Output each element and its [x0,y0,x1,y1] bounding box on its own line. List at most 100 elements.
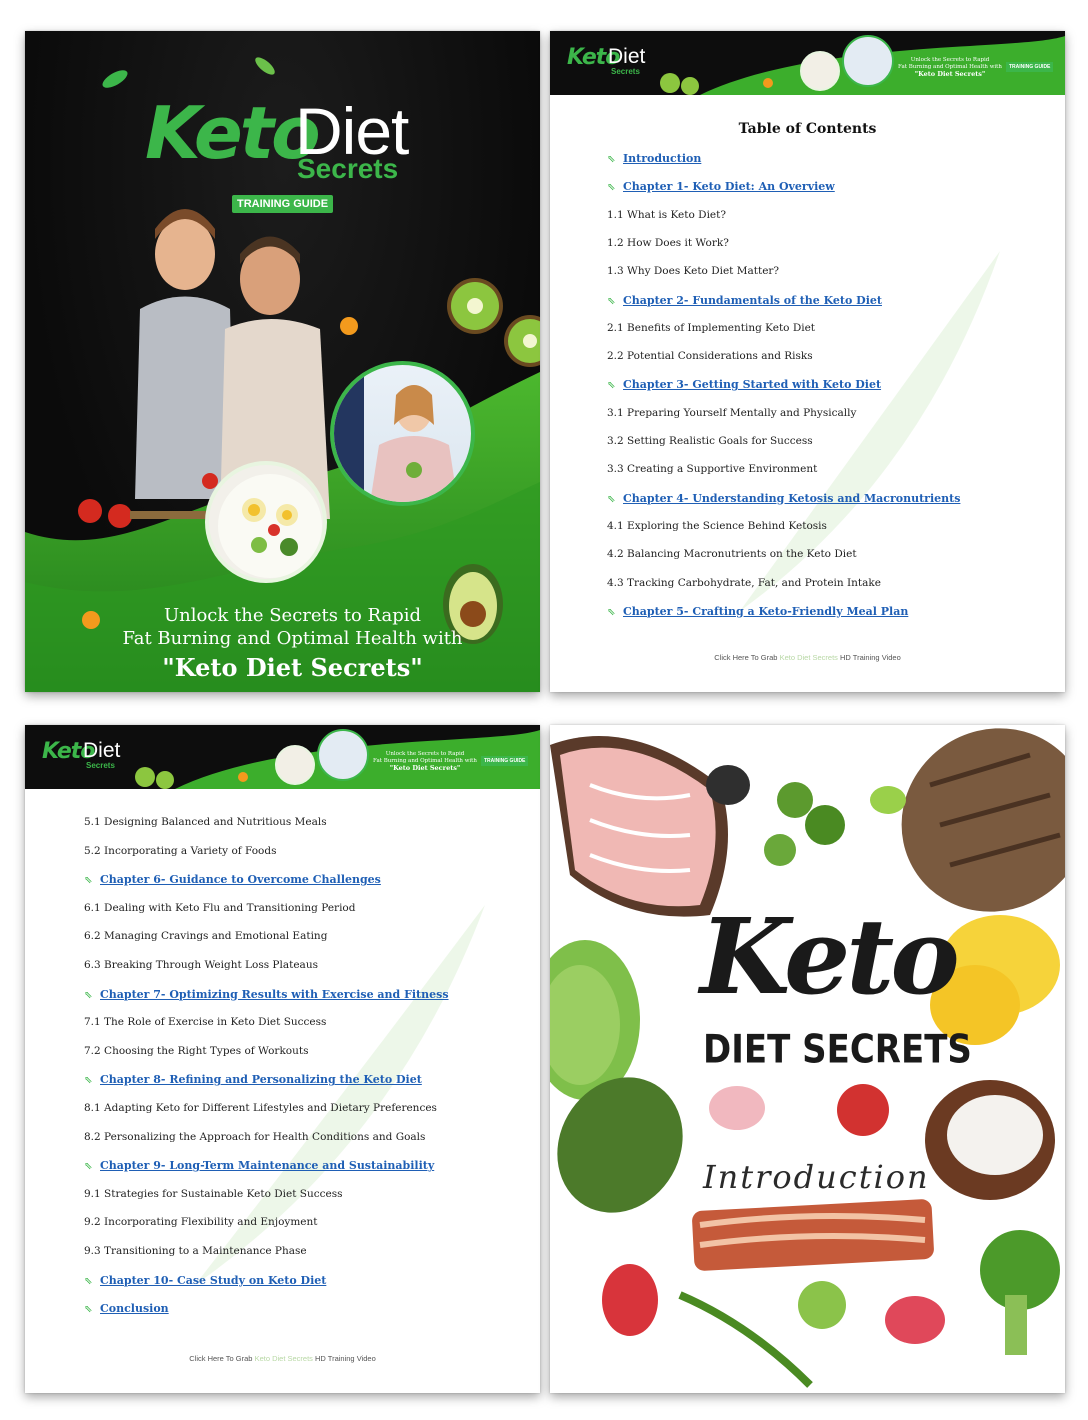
toc-subsection: 1.3 Why Does Keto Diet Matter? [607,265,779,277]
toc-chapter-link[interactable]: ⇖ Chapter 6- Guidance to Overcome Challen… [84,873,381,886]
toc-subsection: 9.3 Transitioning to a Maintenance Phase [84,1245,307,1257]
toc-subsection: 4.2 Balancing Macronutrients on the Keto… [607,548,857,560]
tomatoes-illustration [78,473,218,528]
toc-entry-text: 2.2 Potential Considerations and Risks [607,350,813,363]
toc-page-1: Keto Diet Secrets Unlock the Secrets to … [550,31,1065,692]
toc-entry-text: 4.1 Exploring the Science Behind Ketosis [607,519,827,532]
toc-chapter-link[interactable]: ⇖ Conclusion [84,1302,169,1315]
toc-entry-text: 5.2 Incorporating a Variety of Foods [84,844,277,857]
toc-subsection: 4.1 Exploring the Science Behind Ketosis [607,520,827,532]
toc-chapter-link[interactable]: ⇖ Chapter 4- Understanding Ketosis and Ma… [607,492,960,505]
toc-chapter-link[interactable]: ⇖ Chapter 5- Crafting a Keto-Friendly Mea… [607,605,908,618]
intro-keto-title: Keto [700,895,960,1018]
arrow-icon: ⇖ [84,1275,93,1287]
intro-diet-secrets: DIET SECRETS [703,1027,972,1073]
toc-subsection: 6.3 Breaking Through Weight Loss Plateau… [84,959,318,971]
page-header-banner: Keto Diet Secrets Unlock the Secrets to … [550,31,1065,95]
footer-text-pre: Click Here To Grab [714,653,780,662]
toc-entry-text: 6.1 Dealing with Keto Flu and Transition… [84,901,356,914]
toc-entry-text: Chapter 2- Fundamentals of the Keto Diet [623,293,882,307]
toc-entry-text: Conclusion [100,1302,169,1316]
arrow-icon: ⇖ [84,1304,93,1316]
arrow-icon: ⇖ [84,1075,93,1087]
toc-entry-text: 8.1 Adapting Keto for Different Lifestyl… [84,1102,437,1114]
header-tagline-3: "Keto Diet Secrets" [389,764,461,772]
toc-subsection: 2.1 Benefits of Implementing Keto Diet [607,322,815,334]
toc-entry-text: 4.2 Balancing Macronutrients on the Keto… [607,548,857,561]
kiwi-illustration [447,278,540,367]
toc-entry-text: 3.2 Setting Realistic Goals for Success [607,435,813,447]
toc-entry-text: 4.3 Tracking Carbohydrate, Fat, and Prot… [607,576,881,589]
header-logo-secrets: Secrets [611,67,640,76]
footer-text-post: HD Training Video [837,653,901,662]
header-tagline: Unlock the Secrets to Rapid Fat Burning … [370,751,480,773]
toc-entry-text: 9.2 Incorporating Flexibility and Enjoym… [84,1216,318,1229]
toc-entry-text: Chapter 3- Getting Started with Keto Die… [623,378,882,392]
toc-entry-text: 8.2 Personalizing the Approach for Healt… [84,1130,426,1143]
arrow-icon: ⇖ [607,606,616,618]
toc-chapter-link[interactable]: ⇖ Chapter 9- Long-Term Maintenance and Su… [84,1159,434,1172]
intro-page: Keto DIET SECRETS Introduction [550,725,1065,1393]
toc-chapter-link[interactable]: ⇖ Chapter 10- Case Study on Keto Diet [84,1274,326,1287]
toc-chapter-link[interactable]: ⇖ Chapter 7- Optimizing Results with Exer… [84,988,449,1001]
toc-entry-text: 6.2 Managing Cravings and Emotional Eati… [84,930,328,943]
header-tagline-3: "Keto Diet Secrets" [914,70,986,78]
toc-entry-text: Chapter 6- Guidance to Overcome Challeng… [100,873,381,887]
toc-footer[interactable]: Click Here To Grab Keto Diet Secrets HD … [25,1354,540,1363]
footer-link[interactable]: Keto Diet Secrets [255,1354,313,1363]
toc-page-2: Keto Diet Secrets Unlock the Secrets to … [25,725,540,1393]
toc-subsection: 4.3 Tracking Carbohydrate, Fat, and Prot… [607,577,881,589]
cover-tagline-1: Unlock the Secrets to Rapid [163,605,422,626]
toc-subsection: 5.1 Designing Balanced and Nutritious Me… [84,816,327,828]
footer-link[interactable]: Keto Diet Secrets [780,653,838,662]
cover-logo-keto: Keto [145,91,321,175]
toc-entry-text: Chapter 10- Case Study on Keto Diet [100,1273,327,1287]
arrow-icon: ⇖ [84,875,93,887]
toc-entry-text: Chapter 9- Long-Term Maintenance and Sus… [100,1159,435,1173]
footer-text-pre: Click Here To Grab [189,1354,255,1363]
toc-chapter-link[interactable]: ⇖ Chapter 1- Keto Diet: An Overview [607,180,835,193]
arrow-icon: ⇖ [607,182,616,194]
toc-entry-text: Chapter 5- Crafting a Keto-Friendly Meal… [623,604,909,618]
toc-subsection: 8.2 Personalizing the Approach for Healt… [84,1131,425,1143]
toc-chapter-link[interactable]: ⇖ Chapter 3- Getting Started with Keto Di… [607,378,881,391]
header-salad-thumb [275,745,315,785]
header-woman-thumb [842,35,894,87]
toc-subsection: 9.1 Strategies for Sustainable Keto Diet… [84,1188,343,1200]
header-logo-diet: Diet [83,739,121,762]
toc-subsection: 9.2 Incorporating Flexibility and Enjoym… [84,1216,317,1228]
leaf-watermark [195,905,485,1285]
cover-tagline-3: "Keto Diet Secrets" [162,653,423,682]
page-header-banner: Keto Diet Secrets Unlock the Secrets to … [25,725,540,789]
toc-chapter-link[interactable]: ⇖ Chapter 2- Fundamentals of the Keto Die… [607,294,882,307]
toc-entry-text: 6.3 Breaking Through Weight Loss Plateau… [84,959,318,971]
cover-tagline-2: Fat Burning and Optimal Health with [122,628,463,649]
header-tagline: Unlock the Secrets to Rapid Fat Burning … [895,57,1005,79]
toc-subsection: 1.1 What is Keto Diet? [607,209,726,221]
toc-chapter-link[interactable]: ⇖ Chapter 8- Refining and Personalizing t… [84,1073,422,1086]
header-logo-secrets: Secrets [86,761,115,770]
toc-entry-text: 2.1 Benefits of Implementing Keto Diet [607,321,816,334]
toc-entry-text: 1.3 Why Does Keto Diet Matter? [607,265,780,278]
salad-bowl-photo [205,461,327,583]
woman-salad-photo [330,361,475,506]
toc-entry-text: 7.1 The Role of Exercise in Keto Diet Su… [84,1016,327,1029]
toc-entry-text: 9.3 Transitioning to a Maintenance Phase [84,1245,307,1257]
toc-footer[interactable]: Click Here To Grab Keto Diet Secrets HD … [550,653,1065,662]
footer-text-post: HD Training Video [312,1354,376,1363]
toc-chapter-link[interactable]: ⇖ Introduction [607,152,701,165]
toc-subsection: 8.1 Adapting Keto for Different Lifestyl… [84,1102,437,1114]
toc-subsection: 6.2 Managing Cravings and Emotional Eati… [84,930,327,942]
arrow-icon: ⇖ [607,493,616,505]
toc-subsection: 3.1 Preparing Yourself Mentally and Phys… [607,407,856,419]
toc-subsection: 7.2 Choosing the Right Types of Workouts [84,1045,309,1057]
arrow-icon: ⇖ [607,295,616,307]
toc-entry-text: Chapter 7- Optimizing Results with Exerc… [100,987,449,1001]
toc-entry-text: 7.2 Choosing the Right Types of Workouts [84,1044,309,1057]
toc-entry-text: Chapter 1- Keto Diet: An Overview [623,180,835,194]
header-salad-thumb [800,51,840,91]
toc-subsection: 1.2 How Does it Work? [607,237,729,249]
cover-page: Keto Diet Secrets TRAINING GUIDE Unlock … [25,31,540,692]
toc-entry-text: 9.1 Strategies for Sustainable Keto Diet… [84,1187,343,1200]
toc-subsection: 5.2 Incorporating a Variety of Foods [84,845,276,857]
